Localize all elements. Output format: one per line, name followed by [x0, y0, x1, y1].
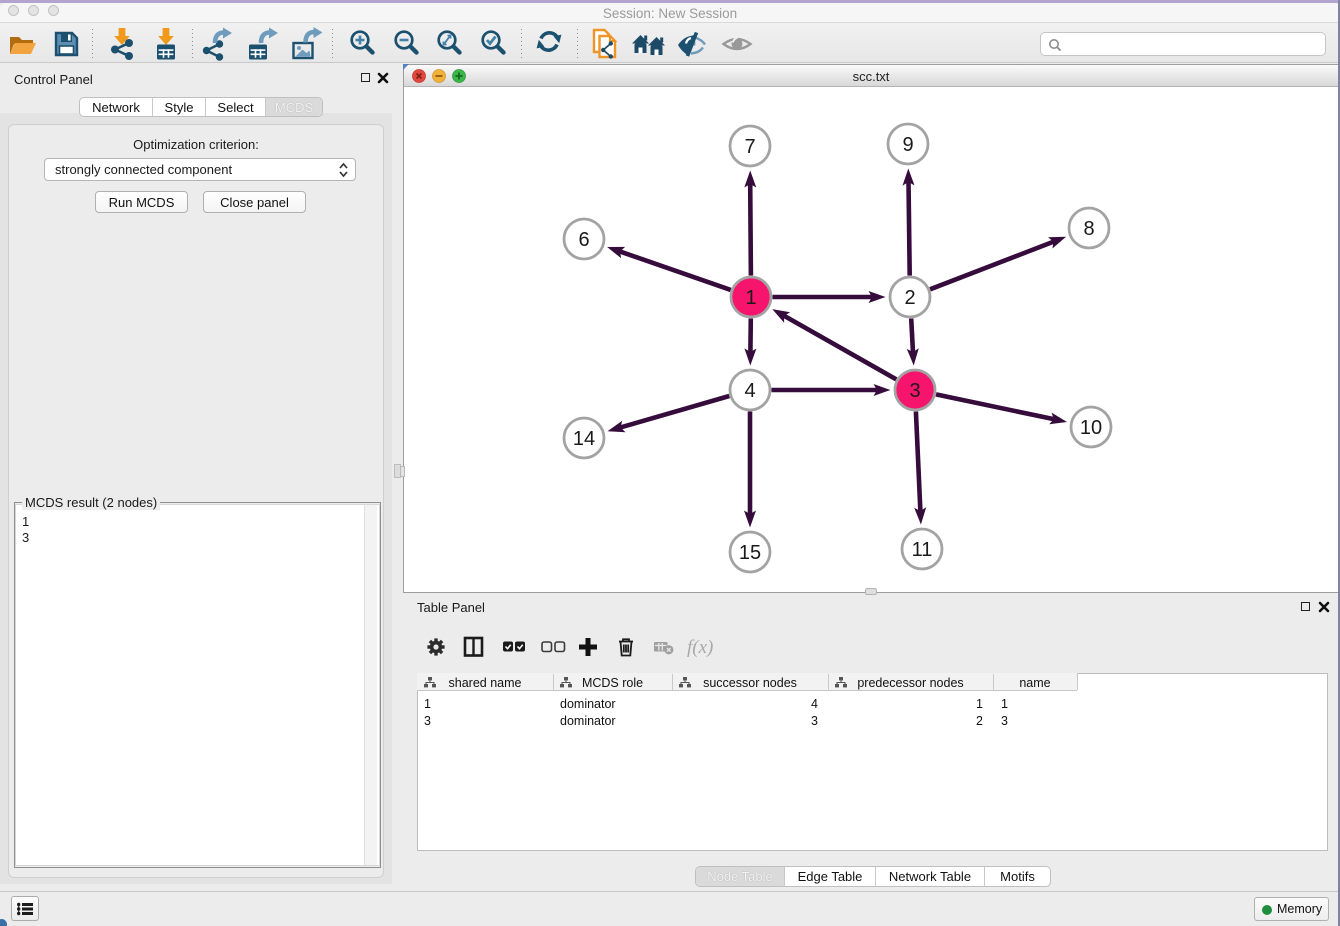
svg-text:9: 9 — [902, 134, 913, 156]
svg-text:6: 6 — [578, 229, 589, 251]
svg-text:15: 15 — [739, 542, 761, 564]
svg-text:f(x): f(x) — [687, 637, 713, 658]
svg-text:11: 11 — [912, 539, 933, 561]
svg-text:10: 10 — [1080, 417, 1102, 439]
svg-text:3: 3 — [909, 380, 920, 402]
svg-text:4: 4 — [744, 380, 755, 402]
svg-text:1: 1 — [745, 287, 756, 309]
svg-text:7: 7 — [744, 136, 755, 158]
svg-text:2: 2 — [904, 287, 915, 309]
svg-text:8: 8 — [1083, 218, 1094, 240]
svg-text:14: 14 — [573, 428, 595, 450]
